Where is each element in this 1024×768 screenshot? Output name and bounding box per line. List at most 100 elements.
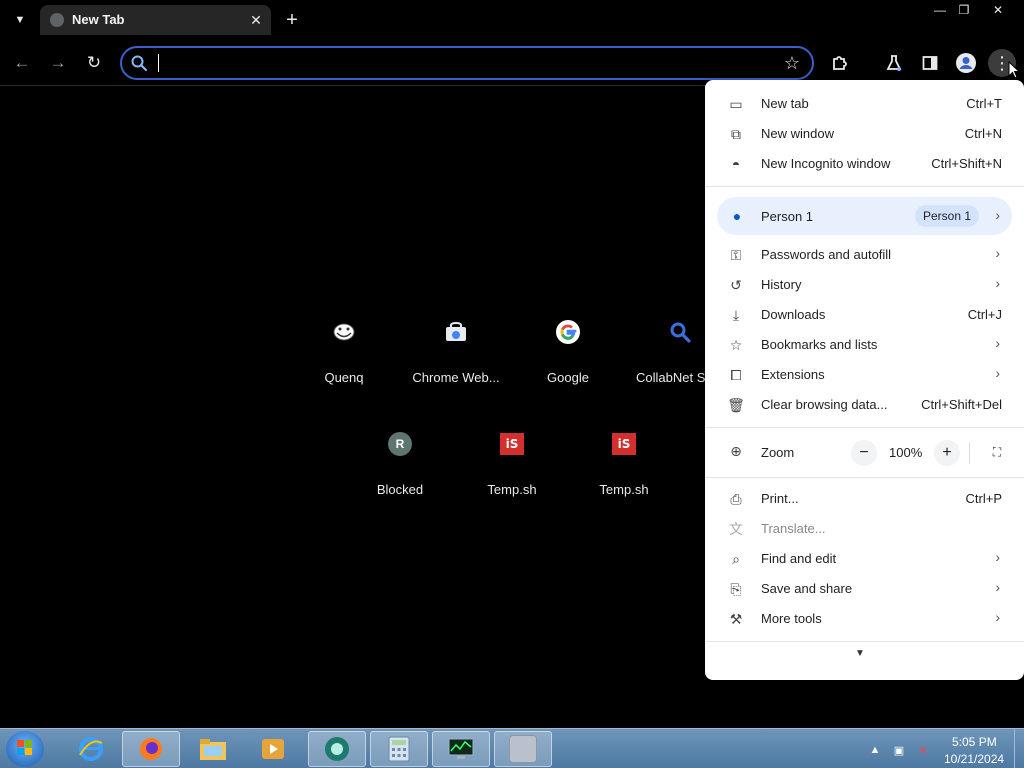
back-button[interactable]: ← [8, 49, 36, 77]
menu-item-person[interactable]: ● Person 1 Person 1 › [717, 197, 1012, 235]
shortcut-tile[interactable]: Google [512, 308, 624, 408]
history-icon: ↺ [730, 276, 742, 293]
shortcut-tile[interactable]: R Blocked [344, 420, 456, 520]
tab-close-icon[interactable]: ✕ [246, 10, 266, 30]
shortcut-tile[interactable]: Chrome Web... [400, 308, 512, 408]
menu-divider [705, 427, 1024, 428]
extensions-button[interactable] [826, 49, 854, 77]
internet-explorer-icon [79, 737, 103, 761]
shortcut-label: Blocked [376, 482, 424, 497]
flask-icon [886, 55, 902, 71]
volume-muted-icon[interactable]: ✕ [916, 743, 930, 757]
new-tab-favicon-icon [50, 13, 64, 27]
chevron-right-icon: › [995, 207, 1000, 223]
taskbar-item-chrome-app[interactable] [308, 731, 366, 767]
new-window-icon: ⧉ [731, 125, 741, 142]
menu-divider [705, 186, 1024, 187]
menu-expand-icon[interactable]: ▼ [855, 648, 865, 659]
chrome-style-app-icon [325, 737, 349, 761]
zoom-icon: ⊕ [730, 442, 742, 459]
zoom-in-button[interactable]: + [934, 440, 960, 466]
clock-time[interactable]: 5:05 PM [952, 735, 997, 749]
letter-avatar-icon: R [376, 420, 424, 468]
search-icon [656, 308, 704, 356]
menu-item-more-tools[interactable]: ⚒ More tools › [705, 604, 1024, 634]
show-hidden-icons-icon[interactable]: ▲ [868, 743, 882, 757]
menu-item-find-and-edit[interactable]: ⌕ Find and edit › [705, 544, 1024, 574]
menu-item-bookmarks[interactable]: ☆ Bookmarks and lists › [705, 330, 1024, 360]
taskbar-item-blank-window[interactable] [494, 731, 552, 767]
taskbar-item-internet-explorer[interactable] [62, 731, 120, 767]
address-input[interactable] [156, 52, 756, 74]
key-icon: ⚿ [730, 246, 742, 263]
mouse-cursor-icon [1008, 61, 1020, 79]
taskbar: ▲ ▣ ✕ 5:05 PM 10/21/2024 [0, 728, 1024, 768]
tab-new-tab[interactable]: New Tab ✕ [40, 5, 271, 35]
clock-date[interactable]: 10/21/2024 [944, 752, 1004, 766]
taskbar-item-file-explorer[interactable] [184, 731, 242, 767]
windows-logo-icon [17, 740, 32, 755]
address-bar[interactable]: ☆ [120, 46, 814, 80]
taskbar-item-firefox[interactable] [122, 731, 180, 767]
labs-button[interactable] [880, 49, 908, 77]
search-icon [131, 55, 148, 72]
profile-icon [956, 53, 976, 73]
shortcut-label: Chrome Web... [412, 370, 500, 385]
profile-chip: Person 1 [915, 205, 980, 227]
new-tab-button[interactable]: + [280, 8, 304, 32]
menu-divider [705, 477, 1024, 478]
minimize-button[interactable]: — [928, 0, 952, 20]
forward-button[interactable]: → [44, 49, 72, 77]
new-tab-icon: ▭ [729, 95, 743, 112]
network-icon[interactable]: ▣ [892, 743, 906, 757]
start-button[interactable] [6, 731, 44, 767]
taskbar-item-calculator[interactable] [370, 731, 428, 767]
temp-sh-icon: iS [488, 420, 536, 468]
puzzle-icon: ⧠ [730, 366, 742, 383]
zoom-out-button[interactable]: − [851, 440, 877, 466]
shortcut-label: Temp.sh [599, 482, 649, 497]
menu-item-print[interactable]: ⎙ Print... Ctrl+P [705, 484, 1024, 514]
menu-item-new-incognito[interactable]: ◓ New Incognito window Ctrl+Shift+N [705, 149, 1024, 179]
chevron-right-icon: › [995, 245, 1000, 261]
fullscreen-icon[interactable]: ⛶ [987, 442, 1007, 462]
menu-item-extensions[interactable]: ⧠ Extensions › [705, 360, 1024, 390]
menu-item-save-and-share[interactable]: ⎘ Save and share › [705, 574, 1024, 604]
menu-item-new-tab[interactable]: ▭ New tab Ctrl+T [705, 89, 1024, 119]
shortcut-tile[interactable]: iS Temp.sh [568, 420, 680, 520]
menu-item-zoom: ⊕ Zoom − 100% + ⛶ [705, 436, 1024, 468]
bookmark-star-icon[interactable]: ☆ [780, 51, 804, 75]
shortcut-label: CollabNet Se [636, 370, 706, 385]
shortcut-tile[interactable]: Quenq [288, 308, 400, 408]
menu-item-clear-browsing-data[interactable]: 🗑 Clear browsing data... Ctrl+Shift+Del [705, 390, 1024, 420]
firefox-icon [140, 738, 162, 760]
close-window-button[interactable]: ✕ [986, 0, 1010, 20]
star-icon: ☆ [729, 336, 743, 353]
tab-title: New Tab [72, 12, 125, 27]
chrome-menu: ▭ New tab Ctrl+T ⧉ New window Ctrl+N ◓ N… [705, 80, 1024, 680]
menu-item-passwords[interactable]: ⚿ Passwords and autofill › [705, 240, 1024, 270]
menu-item-downloads[interactable]: ⤓ Downloads Ctrl+J [705, 300, 1024, 330]
zoom-label: Zoom [761, 445, 795, 460]
menu-item-new-window[interactable]: ⧉ New window Ctrl+N [705, 119, 1024, 149]
printer-icon: ⎙ [730, 490, 742, 507]
translate-icon: 文 [729, 521, 743, 537]
taskbar-item-media-player[interactable] [244, 731, 302, 767]
profile-button[interactable] [952, 49, 980, 77]
trollface-icon [320, 308, 368, 356]
show-desktop-button[interactable] [1014, 729, 1024, 768]
toolbox-icon: ⚒ [729, 610, 743, 627]
tab-search-button[interactable]: ▼ [8, 8, 32, 32]
taskbar-item-task-manager[interactable] [432, 731, 490, 767]
text-caret [158, 54, 159, 72]
zoom-value: 100% [889, 445, 923, 460]
shortcut-tile[interactable]: iS Temp.sh [456, 420, 568, 520]
shortcut-tile[interactable]: CollabNet Se [624, 308, 706, 408]
system-tray: ▲ ▣ ✕ 5:05 PM 10/21/2024 [864, 731, 1024, 767]
restore-button[interactable]: ❐ [952, 0, 976, 20]
chevron-right-icon: › [995, 275, 1000, 291]
side-panel-button[interactable] [916, 49, 944, 77]
reload-button[interactable]: ↻ [80, 49, 108, 77]
menu-item-history[interactable]: ↺ History › [705, 270, 1024, 300]
media-player-icon [262, 739, 284, 759]
